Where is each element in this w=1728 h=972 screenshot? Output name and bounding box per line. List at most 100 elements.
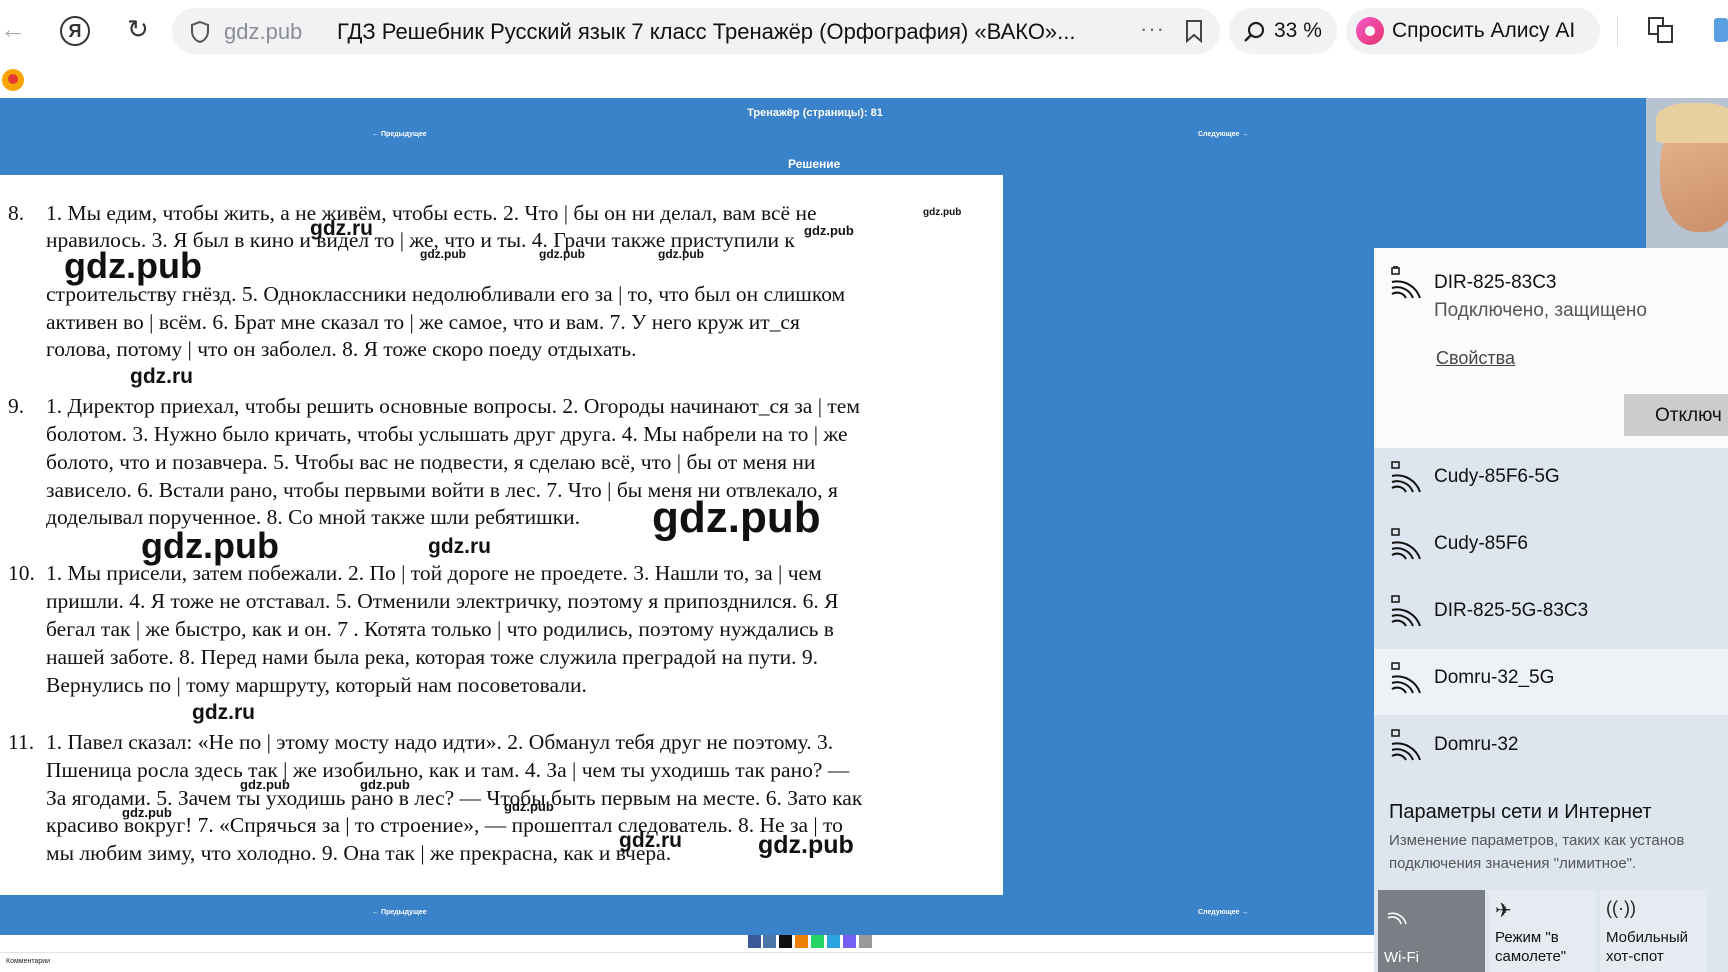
- share-whatsapp-icon[interactable]: [811, 935, 824, 948]
- text-line: болотом. 3. Нужно было кричать, чтобы ус…: [46, 422, 848, 446]
- alice-button[interactable]: Спросить Алису AI: [1346, 8, 1600, 54]
- reload-icon[interactable]: ↻: [127, 16, 149, 42]
- network-settings-title[interactable]: Параметры сети и Интернет: [1389, 801, 1652, 824]
- mobile-hotspot-tile[interactable]: ((·)) Мобильный хот-спот: [1600, 890, 1707, 972]
- wifi-secured-icon: [1391, 729, 1421, 761]
- share-facebook-icon[interactable]: [748, 935, 761, 948]
- wifi-tile-label: Wi-Fi: [1384, 949, 1419, 966]
- hotspot-tile-label: хот-спот: [1606, 948, 1664, 965]
- share-ok-icon[interactable]: [795, 935, 808, 948]
- connected-network-name: DIR-825-83C3: [1434, 272, 1557, 293]
- share-vk-icon[interactable]: [763, 935, 776, 948]
- exercise-number: 10.: [8, 561, 35, 585]
- text-line: бегал так | же быстро, как и он. 7 . Кот…: [46, 617, 834, 641]
- text-line: Вернулись по | тому маршруту, который на…: [46, 673, 587, 697]
- connected-network-status: Подключено, защищено: [1434, 300, 1647, 321]
- network-item[interactable]: Domru-32_5G: [1374, 649, 1728, 715]
- wifi-toggle-tile[interactable]: Wi-Fi: [1378, 890, 1485, 972]
- bookmark-icon[interactable]: [1184, 19, 1204, 43]
- network-item[interactable]: Cudy-85F6-5G: [1374, 448, 1728, 514]
- wifi-tile-icon: [1387, 912, 1407, 925]
- watermark: gdz.pub: [804, 223, 854, 238]
- network-name: Cudy-85F6-5G: [1434, 466, 1560, 487]
- watermark: gdz.pub: [504, 799, 554, 814]
- network-settings-desc: подключения значения "лимитное".: [1389, 855, 1637, 872]
- zoom-value: 33 %: [1274, 19, 1322, 42]
- network-settings-desc: Изменение параметров, таких как установ: [1389, 832, 1685, 849]
- text-line: нашей заботе. 8. Перед нами была река, к…: [46, 645, 819, 669]
- exercise-number: 11.: [8, 730, 35, 754]
- watermark: gdz.pub: [420, 247, 466, 261]
- wifi-secured-icon: [1391, 662, 1421, 694]
- alice-icon-inner: [1365, 26, 1375, 36]
- wifi-secured-icon: [1391, 266, 1421, 299]
- exercise-number: 8.: [8, 201, 25, 225]
- watermark: gdz.pub: [240, 777, 290, 792]
- address-domain: gdz.pub: [224, 19, 303, 44]
- prev-link-bottom[interactable]: ← Предыдущее: [372, 909, 427, 916]
- hotspot-tile-label: Мобильный: [1606, 929, 1688, 946]
- watermark: gdz.ru: [130, 365, 193, 388]
- watermark: gdz.ru: [310, 217, 373, 240]
- profile-edge-icon[interactable]: [1714, 18, 1728, 42]
- network-item[interactable]: Cudy-85F6: [1374, 515, 1728, 581]
- watermark: gdz.pub: [360, 777, 410, 792]
- disconnect-button[interactable]: Отключ: [1624, 394, 1728, 436]
- watermark: gdz.ru: [428, 535, 491, 558]
- browser-toolbar: ← Я ↻ gdz.pub ГДЗ Решебник Русский язык …: [0, 0, 1728, 62]
- connected-network[interactable]: DIR-825-83C3 Подключено, защищено Свойст…: [1374, 248, 1728, 448]
- text-line: болото, что и позавчера. 5. Чтобы вас не…: [46, 450, 816, 474]
- text-line: активен во | всём. 6. Брат мне сказал то…: [46, 310, 800, 334]
- watermark: gdz.pub: [652, 493, 821, 542]
- share-telegram-icon[interactable]: [827, 935, 840, 948]
- hotspot-icon: ((·)): [1606, 898, 1636, 918]
- network-item[interactable]: Domru-32: [1374, 716, 1728, 782]
- wifi-secured-icon: [1391, 528, 1421, 560]
- text-line: Пшеница росла здесь так | же изобильно, …: [46, 758, 850, 782]
- address-bar[interactable]: gdz.pub ГДЗ Решебник Русский язык 7 клас…: [172, 8, 1220, 54]
- bookmark-favicon-inner-icon: [8, 74, 18, 84]
- text-line: доделывал порученное. 8. Со мной также ш…: [46, 505, 580, 529]
- next-link-bottom[interactable]: Следующее →: [1198, 909, 1248, 916]
- properties-link[interactable]: Свойства: [1436, 348, 1515, 369]
- disconnect-label: Отключ: [1655, 405, 1722, 426]
- wifi-secured-icon: [1391, 461, 1421, 493]
- watermark: gdz.pub: [141, 525, 279, 566]
- yandex-logo-icon[interactable]: Я: [60, 16, 90, 46]
- zoom-search-icon: [1244, 21, 1265, 42]
- advert-photo[interactable]: [1646, 98, 1728, 248]
- comments-label[interactable]: Комментарии: [6, 958, 50, 965]
- network-name: DIR-825-5G-83C3: [1434, 600, 1589, 621]
- airplane-mode-tile[interactable]: ✈ Режим "в самолете": [1489, 890, 1596, 972]
- watermark: gdz.pub: [122, 805, 172, 820]
- share-more-icon[interactable]: [859, 935, 872, 948]
- more-dots-icon[interactable]: ···: [1140, 16, 1165, 42]
- airplane-tile-label: самолете": [1495, 948, 1567, 965]
- network-name: Domru-32_5G: [1434, 667, 1555, 688]
- text-line: голова, потому | что он заболел. 8. Я то…: [46, 337, 637, 361]
- prev-link-top[interactable]: ← Предыдущее: [372, 131, 427, 138]
- separator: [1617, 16, 1618, 46]
- share-viber-icon[interactable]: [843, 935, 856, 948]
- wifi-flyout: DIR-825-83C3 Подключено, защищено Свойст…: [1374, 248, 1728, 972]
- shield-icon: [191, 20, 209, 44]
- zoom-indicator[interactable]: 33 %: [1229, 8, 1337, 54]
- alice-label: Спросить Алису AI: [1392, 19, 1576, 42]
- back-arrow-icon[interactable]: ←: [0, 16, 26, 42]
- solution-content: 8. 1. Мы едим, чтобы жить, а не живём, ч…: [0, 175, 1003, 895]
- text-line: 1. Директор приехал, чтобы решить основн…: [46, 394, 860, 418]
- address-page-title: ГДЗ Решебник Русский язык 7 класс Тренаж…: [337, 19, 1076, 44]
- solution-title: Решение: [788, 157, 841, 171]
- photo-hair: [1656, 103, 1728, 143]
- airplane-tile-label: Режим "в: [1495, 929, 1559, 946]
- network-item[interactable]: DIR-825-5G-83C3: [1374, 582, 1728, 648]
- network-name: Domru-32: [1434, 734, 1519, 755]
- page-header-title: Тренажёр (страницы): 81: [747, 107, 883, 119]
- network-name: Cudy-85F6: [1434, 533, 1528, 554]
- bookmarks-bar: [0, 62, 1728, 98]
- translate-icon[interactable]: [1646, 15, 1676, 45]
- share-x-icon[interactable]: [779, 935, 792, 948]
- watermark: gdz.ru: [192, 701, 255, 724]
- next-link-top[interactable]: Следующее →: [1198, 131, 1248, 138]
- watermark: gdz.pub: [758, 831, 854, 859]
